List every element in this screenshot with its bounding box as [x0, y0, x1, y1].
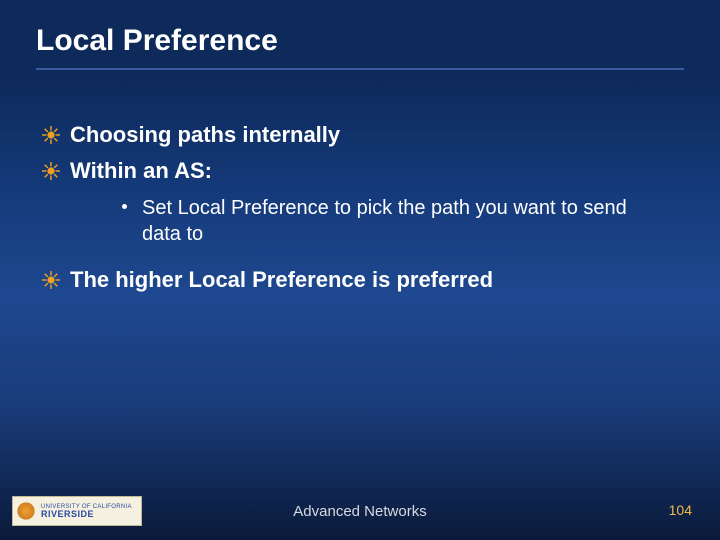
logo-seal-icon	[16, 501, 36, 521]
bullet-text: Choosing paths internally	[70, 122, 340, 147]
logo-line2: RIVERSIDE	[41, 510, 132, 519]
logo-text: UNIVERSITY OF CALIFORNIA RIVERSIDE	[41, 504, 132, 519]
sun-icon	[42, 162, 60, 180]
sun-icon	[42, 271, 60, 289]
bullet-item: Within an AS: Set Local Preference to pi…	[36, 156, 684, 248]
bullet-item: The higher Local Preference is preferred	[36, 265, 684, 295]
footer-center-text: Advanced Networks	[293, 503, 426, 520]
sub-bullet-item: Set Local Preference to pick the path yo…	[70, 195, 684, 247]
bullet-text: The higher Local Preference is preferred	[70, 267, 493, 292]
logo: UNIVERSITY OF CALIFORNIA RIVERSIDE	[12, 496, 142, 526]
bullet-text: Within an AS:	[70, 158, 212, 183]
sub-bullet-list: Set Local Preference to pick the path yo…	[70, 195, 684, 247]
page-number: 104	[669, 502, 692, 518]
bullet-item: Choosing paths internally	[36, 120, 684, 150]
dot-icon	[122, 204, 127, 209]
sub-bullet-text: Set Local Preference to pick the path yo…	[142, 197, 627, 245]
slide-title: Local Preference	[36, 24, 684, 70]
bullet-list: Choosing paths internally Within an AS: …	[36, 120, 684, 295]
footer: UNIVERSITY OF CALIFORNIA RIVERSIDE Advan…	[0, 494, 720, 528]
slide: Local Preference Choosing paths internal…	[0, 0, 720, 540]
sun-icon	[42, 126, 60, 144]
